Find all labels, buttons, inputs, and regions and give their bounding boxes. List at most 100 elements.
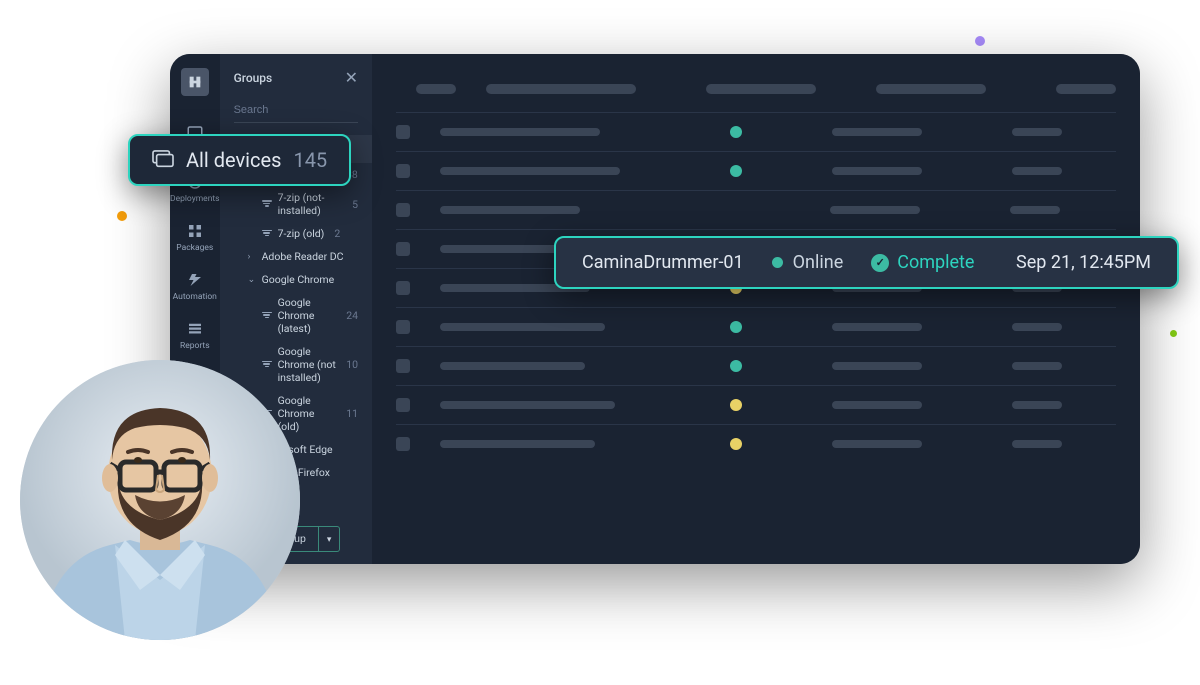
tree-count: 11 <box>346 407 358 420</box>
app-logo <box>181 68 209 96</box>
table-row[interactable] <box>396 346 1116 385</box>
callout-all-devices[interactable]: All devices 145 <box>128 134 351 186</box>
table-row[interactable] <box>396 424 1116 463</box>
skeleton-cell <box>876 84 986 94</box>
skeleton-cell <box>440 401 615 409</box>
skeleton-cell <box>1012 128 1062 136</box>
nav-automation[interactable]: Automation <box>170 265 220 308</box>
checkbox[interactable] <box>396 125 410 139</box>
skeleton-cell <box>440 323 605 331</box>
filter-icon <box>262 230 272 238</box>
avatar <box>20 360 300 640</box>
device-name: CaminaDrummer-01 <box>582 252 744 273</box>
state-text: Complete <box>897 252 974 273</box>
status-dot <box>730 165 742 177</box>
tree-item[interactable]: › Adobe Reader DC <box>220 245 372 268</box>
tree-item[interactable]: 7-zip (old) 2 <box>220 222 372 245</box>
tree-label: Google Chrome (old) <box>278 394 337 433</box>
tree-label: Google Chrome <box>262 273 335 286</box>
tree-count: 2 <box>334 227 340 240</box>
skeleton-cell <box>832 167 922 175</box>
skeleton-cell <box>440 206 580 214</box>
search-input[interactable] <box>234 98 358 123</box>
decorative-dot <box>1170 330 1177 337</box>
close-icon[interactable]: ✕ <box>345 70 358 86</box>
tree-count: 5 <box>352 198 358 211</box>
devices-icon <box>152 150 174 170</box>
skeleton-cell <box>440 362 585 370</box>
tree-label: Google Chrome (not installed) <box>278 345 337 384</box>
status-text: Online <box>793 252 844 273</box>
table-header <box>396 84 1116 94</box>
status-dot <box>730 126 742 138</box>
check-icon: ✓ <box>871 254 889 272</box>
skeleton-cell <box>1012 167 1062 175</box>
chevron-down-icon: ⌄ <box>248 275 256 285</box>
skeleton-cell <box>1012 362 1062 370</box>
tree-label: 7-zip (not-installed) <box>278 191 343 217</box>
tree-item[interactable]: Google Chrome (not installed) 10 <box>220 340 372 389</box>
timestamp: Sep 21, 12:45PM <box>1016 252 1151 273</box>
status-dot <box>730 399 742 411</box>
app-window: Devices Deployments Packages Automation … <box>170 54 1140 564</box>
main-content <box>372 54 1140 564</box>
skeleton-cell <box>832 128 922 136</box>
checkbox[interactable] <box>396 398 410 412</box>
nav-reports[interactable]: Reports <box>170 314 220 357</box>
table-row[interactable] <box>396 112 1116 151</box>
tree-item[interactable]: Google Chrome (latest) 24 <box>220 291 372 340</box>
skeleton-cell <box>440 440 595 448</box>
tree-count: 10 <box>346 358 358 371</box>
table-row[interactable] <box>396 151 1116 190</box>
status-dot <box>730 321 742 333</box>
create-group-dropdown[interactable]: ▾ <box>319 526 341 552</box>
nav-label: Packages <box>176 243 213 253</box>
skeleton-cell <box>486 84 636 94</box>
callout-count: 145 <box>293 148 327 172</box>
nav-label: Deployments <box>170 194 220 204</box>
status-pill: Online <box>772 252 844 273</box>
checkbox[interactable] <box>396 203 410 217</box>
status-dot-icon <box>772 257 783 268</box>
skeleton-cell <box>832 362 922 370</box>
chevron-right-icon: › <box>248 252 256 262</box>
nav-label: Automation <box>173 292 217 302</box>
skeleton-cell <box>1012 401 1062 409</box>
tree-item[interactable]: ⌄ Google Chrome <box>220 268 372 291</box>
tree-item[interactable]: 7-zip (not-installed) 5 <box>220 186 372 222</box>
nav-label: Reports <box>180 341 210 351</box>
groups-title: Groups <box>234 71 273 85</box>
skeleton-cell <box>832 323 922 331</box>
skeleton-cell <box>1056 84 1116 94</box>
skeleton-cell <box>706 84 816 94</box>
checkbox[interactable] <box>396 164 410 178</box>
table-row[interactable] <box>396 190 1116 229</box>
decorative-dot <box>975 36 985 46</box>
status-dot <box>730 438 742 450</box>
nav-packages[interactable]: Packages <box>170 216 220 259</box>
table-row[interactable] <box>396 385 1116 424</box>
checkbox[interactable] <box>396 437 410 451</box>
checkbox[interactable] <box>396 320 410 334</box>
decorative-dot <box>117 211 127 221</box>
checkbox[interactable] <box>396 281 410 295</box>
status-dot <box>730 360 742 372</box>
callout-label: All devices <box>186 148 281 172</box>
skeleton-cell <box>1012 440 1062 448</box>
checkbox[interactable] <box>396 359 410 373</box>
skeleton-cell <box>832 401 922 409</box>
checkbox[interactable] <box>396 242 410 256</box>
tree-label: Google Chrome (latest) <box>278 296 337 335</box>
tree-label: Adobe Reader DC <box>262 250 344 263</box>
filter-icon <box>262 361 272 369</box>
callout-device-row[interactable]: CaminaDrummer-01 Online ✓ Complete Sep 2… <box>554 236 1179 289</box>
skeleton-cell <box>1012 323 1062 331</box>
table-row[interactable] <box>396 307 1116 346</box>
skeleton-cell <box>832 440 922 448</box>
filter-icon <box>262 312 272 320</box>
filter-icon <box>262 200 272 208</box>
skeleton-cell <box>830 206 920 214</box>
tree-label: 7-zip (old) <box>278 227 325 240</box>
tree-count: 24 <box>346 309 358 322</box>
skeleton-cell <box>440 167 620 175</box>
